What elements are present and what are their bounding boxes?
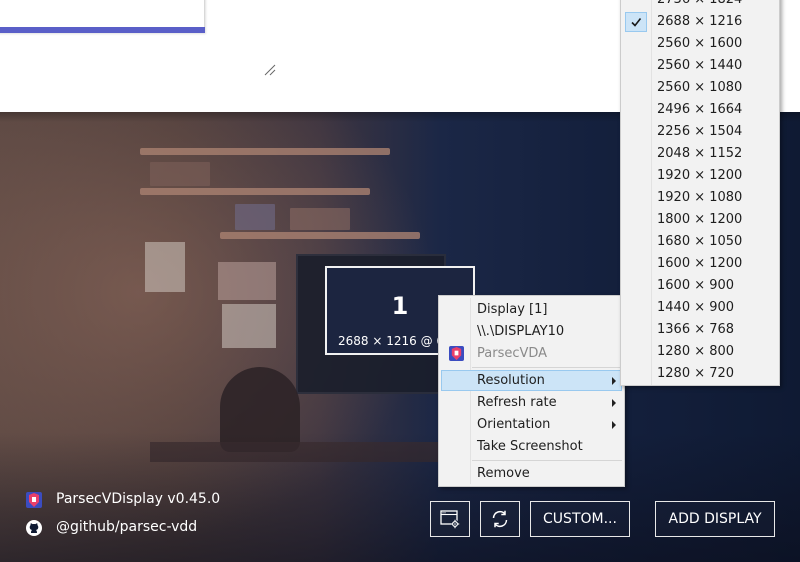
resize-grip-icon[interactable] xyxy=(262,62,276,76)
resolution-option-label: 2048 × 1152 xyxy=(657,146,743,161)
resolution-option[interactable]: 1600 × 1200 xyxy=(623,253,777,275)
add-display-button[interactable]: ADD DISPLAY xyxy=(655,501,775,537)
resolution-submenu: 2736 × 1824 2688 × 1216 2560 × 1600 2560 × … xyxy=(620,0,780,386)
version-label: ParsecVDisplay v0.45.0 xyxy=(56,491,221,507)
resolution-option[interactable]: 2560 × 1080 xyxy=(623,77,777,99)
resolution-option-label: 1440 × 900 xyxy=(657,300,735,315)
submenu-arrow-icon xyxy=(612,377,616,385)
menu-item-orientation[interactable]: Orientation xyxy=(441,414,622,435)
resolution-option-label: 1366 × 768 xyxy=(657,322,735,337)
menu-item-adapter: ParsecVDA xyxy=(441,343,622,364)
resolution-option-label: 1600 × 900 xyxy=(657,278,735,293)
menu-separator xyxy=(472,460,622,461)
menu-item-device-path[interactable]: \\.\DISPLAY10 xyxy=(441,321,622,342)
wallpaper-frame xyxy=(222,304,276,348)
resolution-option-label: 2256 × 1504 xyxy=(657,124,743,139)
menu-item-remove[interactable]: Remove xyxy=(441,463,622,484)
resolution-option-label: 1280 × 720 xyxy=(657,366,735,381)
resolution-option[interactable]: 2688 × 1216 xyxy=(623,11,777,33)
parsec-logo-icon xyxy=(26,492,42,508)
resolution-option[interactable]: 2496 × 1664 xyxy=(623,99,777,121)
resolution-option-label: 1920 × 1080 xyxy=(657,190,743,205)
refresh-icon xyxy=(492,510,508,528)
wallpaper-shelf xyxy=(140,188,370,195)
menu-item-label: Remove xyxy=(477,466,530,481)
resolution-option-label: 1680 × 1050 xyxy=(657,234,743,249)
submenu-arrow-icon xyxy=(612,421,616,429)
resolution-option-label: 1800 × 1200 xyxy=(657,212,743,227)
menu-item-take-screenshot[interactable]: Take Screenshot xyxy=(441,436,622,457)
display-resolution-label: 2688 × 1216 @ 60 xyxy=(338,334,452,348)
wallpaper-frame xyxy=(218,262,276,300)
menu-item-label: Resolution xyxy=(477,373,545,388)
resolution-option[interactable]: 1600 × 900 xyxy=(623,275,777,297)
resolution-option[interactable]: 1920 × 1080 xyxy=(623,187,777,209)
check-icon xyxy=(625,12,647,32)
resolution-option-label: 1280 × 800 xyxy=(657,344,735,359)
wallpaper-frame xyxy=(145,242,185,292)
resolution-option[interactable]: 2048 × 1152 xyxy=(623,143,777,165)
menu-item-label: Orientation xyxy=(477,417,551,432)
display-context-menu: Display [1] \\.\DISPLAY10 ParsecVDA Reso… xyxy=(438,295,625,487)
github-link[interactable]: @github/parsec-vdd xyxy=(56,519,197,535)
resolution-option-label: 1920 × 1200 xyxy=(657,168,743,183)
resolution-option-label: 2560 × 1440 xyxy=(657,58,743,73)
menu-item-label: Refresh rate xyxy=(477,395,557,410)
resolution-option-label: 2688 × 1216 xyxy=(657,14,743,29)
resolution-option[interactable]: 1680 × 1050 xyxy=(623,231,777,253)
resolution-option-label: 2736 × 1824 xyxy=(657,0,742,11)
menu-separator xyxy=(472,367,622,368)
refresh-button[interactable] xyxy=(480,501,520,537)
resolution-option-label: 1600 × 1200 xyxy=(657,256,743,271)
resolution-option[interactable]: 2560 × 1600 xyxy=(623,33,777,55)
resolution-option[interactable]: 2256 × 1504 xyxy=(623,121,777,143)
menu-item-label: Take Screenshot xyxy=(477,439,583,454)
resolution-option[interactable]: 1280 × 720 xyxy=(623,363,777,385)
resolution-option-label: 2496 × 1664 xyxy=(657,102,743,117)
menu-item-label: \\.\DISPLAY10 xyxy=(477,324,565,339)
wallpaper-book xyxy=(235,204,275,230)
resolution-option[interactable]: 2560 × 1440 xyxy=(623,55,777,77)
parsec-logo-icon xyxy=(449,346,464,361)
resolution-option[interactable]: 2736 × 1824 xyxy=(623,0,777,11)
resolution-option[interactable]: 1800 × 1200 xyxy=(623,209,777,231)
menu-item-refresh-rate[interactable]: Refresh rate xyxy=(441,392,622,413)
resolution-option[interactable]: 1920 × 1200 xyxy=(623,165,777,187)
wallpaper-book xyxy=(150,162,210,186)
resolution-option[interactable]: 1280 × 800 xyxy=(623,341,777,363)
menu-item-label: ParsecVDA xyxy=(477,346,548,361)
wallpaper-shelf xyxy=(220,232,420,239)
resolution-option-label: 2560 × 1600 xyxy=(657,36,743,51)
wallpaper-shelf xyxy=(140,148,390,155)
resolution-option-label: 2560 × 1080 xyxy=(657,80,743,95)
resolution-option[interactable]: 1440 × 900 xyxy=(623,297,777,319)
submenu-arrow-icon xyxy=(612,399,616,407)
github-icon xyxy=(26,520,42,536)
menu-item-display-name[interactable]: Display [1] xyxy=(441,299,622,320)
accent-bar xyxy=(0,27,205,33)
custom-button[interactable]: CUSTOM... xyxy=(530,501,630,537)
menu-item-label: Display [1] xyxy=(477,302,548,317)
wallpaper-book xyxy=(290,208,350,230)
resolution-option[interactable]: 1366 × 768 xyxy=(623,319,777,341)
display-settings-icon xyxy=(440,510,460,529)
menu-item-resolution[interactable]: Resolution xyxy=(441,370,622,391)
display-settings-button[interactable] xyxy=(430,501,470,537)
